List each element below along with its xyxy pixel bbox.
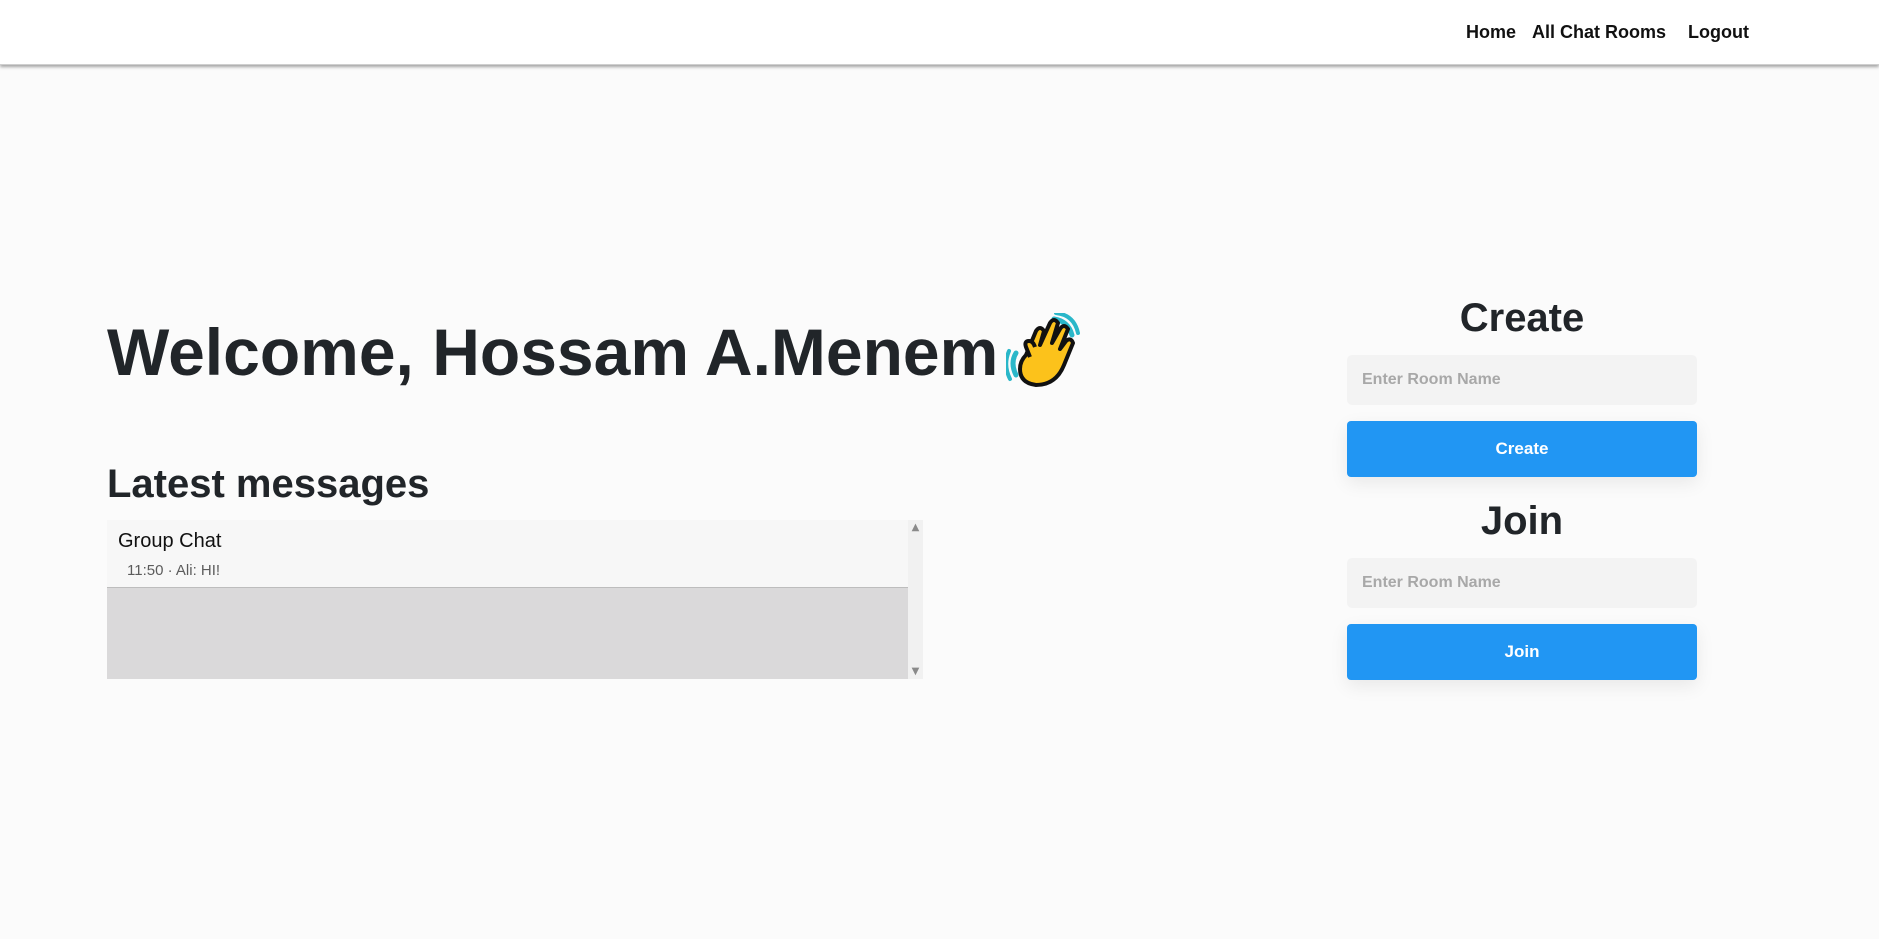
message-preview: 11:50 · Ali: HI! bbox=[127, 562, 221, 579]
latest-messages-panel: Group Chat 11:50 · Ali: HI! ▲ ▼ bbox=[107, 520, 923, 679]
join-button[interactable]: Join bbox=[1347, 624, 1697, 680]
message-room-name: Group Chat bbox=[118, 530, 222, 552]
nav-home-link[interactable]: Home bbox=[1466, 22, 1516, 43]
nav-all-chat-rooms-link[interactable]: All Chat Rooms bbox=[1532, 22, 1666, 43]
scroll-up-icon[interactable]: ▲ bbox=[908, 520, 923, 535]
top-navbar: Home All Chat Rooms Logout bbox=[0, 0, 1879, 65]
welcome-text: Welcome, Hossam A.Menem bbox=[107, 315, 999, 389]
join-title: Join bbox=[1480, 499, 1564, 543]
create-title: Create bbox=[1459, 296, 1585, 340]
scroll-down-icon[interactable]: ▼ bbox=[908, 664, 923, 679]
nav-logout-link[interactable]: Logout bbox=[1688, 22, 1749, 43]
nav-links: Home All Chat Rooms Logout bbox=[1450, 0, 1749, 65]
create-room-input[interactable] bbox=[1347, 355, 1697, 405]
waving-hand-icon bbox=[1004, 311, 1081, 391]
create-button[interactable]: Create bbox=[1347, 421, 1697, 477]
join-room-input[interactable] bbox=[1347, 558, 1697, 608]
latest-messages-title: Latest messages bbox=[107, 462, 430, 506]
welcome-heading: Welcome, Hossam A.Menem bbox=[107, 311, 1081, 392]
message-item[interactable]: Group Chat 11:50 · Ali: HI! bbox=[107, 520, 908, 588]
messages-scrollbar[interactable]: ▲ ▼ bbox=[908, 520, 923, 679]
